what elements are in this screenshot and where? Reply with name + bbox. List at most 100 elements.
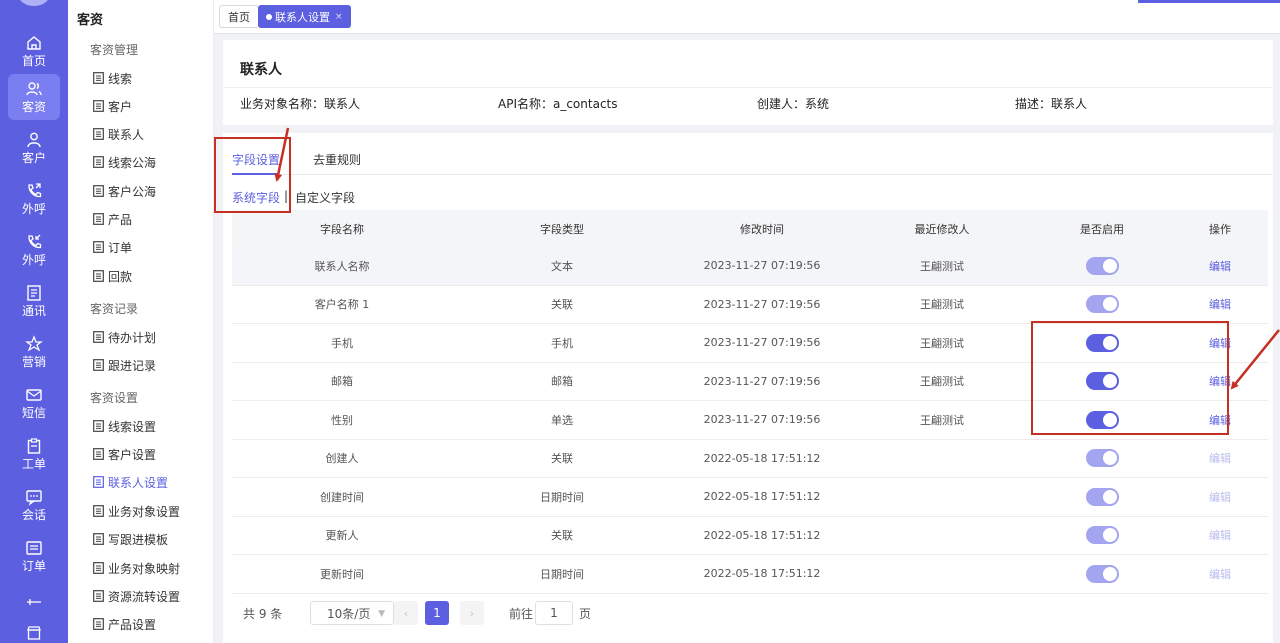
enable-toggle[interactable]	[1085, 526, 1119, 545]
goto-label: 前往	[509, 607, 534, 621]
edit-link[interactable]: 编辑	[1209, 529, 1231, 542]
tab-contact-settings[interactable]: 联系人设置 ×	[258, 5, 351, 28]
enable-toggle[interactable]	[1085, 333, 1119, 352]
rail-item-0[interactable]: 首页	[8, 28, 60, 74]
enable-toggle[interactable]	[1085, 295, 1119, 314]
enable-toggle[interactable]	[1085, 449, 1119, 468]
submenu-item[interactable]: 写跟进模板	[93, 529, 168, 549]
rail-label: 客资	[21, 100, 46, 114]
table-row: 更新人 关联 2022-05-18 17:51:12 编辑	[232, 517, 1268, 555]
rail-label: 会话	[21, 508, 46, 522]
rail-item-10[interactable]: 订单	[8, 533, 60, 579]
submenu-item[interactable]: 订单	[93, 237, 132, 257]
rail-item-4[interactable]: 外呼	[8, 227, 60, 273]
rail-item-3[interactable]: 外呼	[8, 176, 60, 222]
submenu-group-settings: 客资设置	[90, 391, 139, 405]
submenu-item-label: 产品设置	[108, 617, 157, 632]
submenu-item[interactable]: 业务对象设置	[93, 501, 180, 521]
enable-toggle[interactable]	[1085, 256, 1119, 275]
submenu-item[interactable]: 客户设置	[93, 444, 156, 464]
submenu-item[interactable]: 联系人设置	[93, 472, 168, 492]
current-page-button[interactable]: 1	[425, 601, 449, 625]
submenu-item-label: 线索	[108, 71, 133, 86]
field-type-cell: 手机	[551, 336, 573, 350]
rail-item-5[interactable]: 通讯	[8, 278, 60, 324]
submenu-item-label: 客户公海	[108, 184, 157, 199]
goto-page-input[interactable]	[535, 601, 573, 625]
edit-link[interactable]: 编辑	[1209, 298, 1231, 311]
table-row: 性别 单选 2023-11-27 07:19:56 王翩测试 编辑	[232, 401, 1268, 440]
user-icon	[27, 132, 41, 148]
rail-item-7[interactable]: 短信	[8, 380, 60, 426]
submenu-item[interactable]: 待办计划	[93, 327, 156, 347]
toggle-knob	[1102, 489, 1117, 504]
edit-link[interactable]: 编辑	[1209, 337, 1231, 350]
prev-page-button[interactable]: ‹	[394, 601, 418, 625]
top-accent-line	[1138, 0, 1280, 3]
submenu-item[interactable]: 线索公海	[93, 152, 156, 172]
field-type-cell: 单选	[551, 413, 573, 427]
users-icon	[26, 82, 42, 96]
submenu-item[interactable]: 客户	[93, 96, 132, 116]
rail-item-12[interactable]	[8, 610, 60, 643]
tab-field-settings[interactable]: 字段设置	[232, 151, 280, 168]
rail-item-8[interactable]: 工单	[8, 431, 60, 477]
document-icon	[93, 331, 104, 343]
modifier-cell: 王翩测试	[920, 413, 964, 427]
edit-link[interactable]: 编辑	[1209, 260, 1231, 273]
submenu-item[interactable]: 产品设置	[93, 614, 156, 634]
submenu-item[interactable]: 资源流转设置	[93, 586, 180, 606]
shop-icon	[27, 626, 41, 640]
rail-label: 工单	[21, 457, 46, 471]
field-name-cell: 联系人名称	[314, 259, 370, 273]
page-size-select[interactable]: 10条/页 ▼	[310, 601, 394, 625]
submenu-item[interactable]: 产品	[93, 209, 132, 229]
enable-toggle[interactable]	[1085, 410, 1119, 429]
submenu-title: 客资	[77, 13, 104, 28]
tab-custom-fields[interactable]: 自定义字段	[295, 189, 355, 206]
submenu-item[interactable]: 客户公海	[93, 181, 156, 201]
contacts-icon	[27, 285, 41, 301]
rail-label: 营销	[21, 355, 46, 369]
enabled-cell	[1032, 256, 1172, 275]
submenu-item[interactable]: 跟进记录	[93, 355, 156, 375]
submenu-item-label: 线索设置	[108, 419, 157, 434]
tab-system-fields[interactable]: 系统字段	[232, 189, 280, 206]
submenu-item[interactable]: 回款	[93, 266, 132, 286]
submenu-item[interactable]: 线索设置	[93, 416, 156, 436]
rail-item-6[interactable]: 营销	[8, 329, 60, 375]
rail-label: 首页	[21, 54, 46, 68]
rail-item-1[interactable]: 客资	[8, 74, 60, 120]
enable-toggle[interactable]	[1085, 372, 1119, 391]
toggle-knob	[1102, 412, 1117, 427]
submenu-item[interactable]: 线索	[93, 68, 132, 88]
tab-home-label: 首页	[228, 10, 250, 24]
submenu-item[interactable]: 联系人	[93, 124, 144, 144]
submenu-item-label: 客户设置	[108, 447, 157, 462]
edit-link[interactable]: 编辑	[1209, 452, 1231, 465]
submenu-item-label: 跟进记录	[108, 358, 157, 373]
enable-toggle[interactable]	[1085, 487, 1119, 506]
document-icon	[93, 476, 104, 488]
rail-item-9[interactable]: 会话	[8, 482, 60, 528]
tab-home[interactable]: 首页	[219, 5, 259, 28]
edit-link[interactable]: 编辑	[1209, 491, 1231, 504]
rail-item-2[interactable]: 客户	[8, 125, 60, 171]
field-type-cell: 文本	[551, 259, 573, 273]
enable-toggle[interactable]	[1085, 564, 1119, 583]
col-modified-time: 修改时间	[740, 222, 784, 236]
close-icon[interactable]: ×	[335, 12, 343, 22]
edit-link[interactable]: 编辑	[1209, 568, 1231, 581]
edit-link[interactable]: 编辑	[1209, 414, 1231, 427]
api-name: API名称：a_contacts	[498, 97, 618, 111]
tab-dedup-rules[interactable]: 去重规则	[313, 151, 361, 168]
edit-link[interactable]: 编辑	[1209, 375, 1231, 388]
action-cell: 编辑	[1172, 412, 1268, 428]
next-page-button[interactable]: ›	[460, 601, 484, 625]
field-name-cell: 客户名称 1	[314, 298, 370, 312]
modified-time-cell: 2023-11-27 07:19:56	[703, 259, 821, 273]
action-cell: 编辑	[1172, 335, 1268, 351]
document-icon	[93, 72, 104, 84]
submenu-item[interactable]: 业务对象映射	[93, 558, 180, 578]
field-settings-card: 字段设置 去重规则 系统字段 | 自定义字段 字段名称 字段类型 修改时间 最近…	[223, 133, 1273, 643]
